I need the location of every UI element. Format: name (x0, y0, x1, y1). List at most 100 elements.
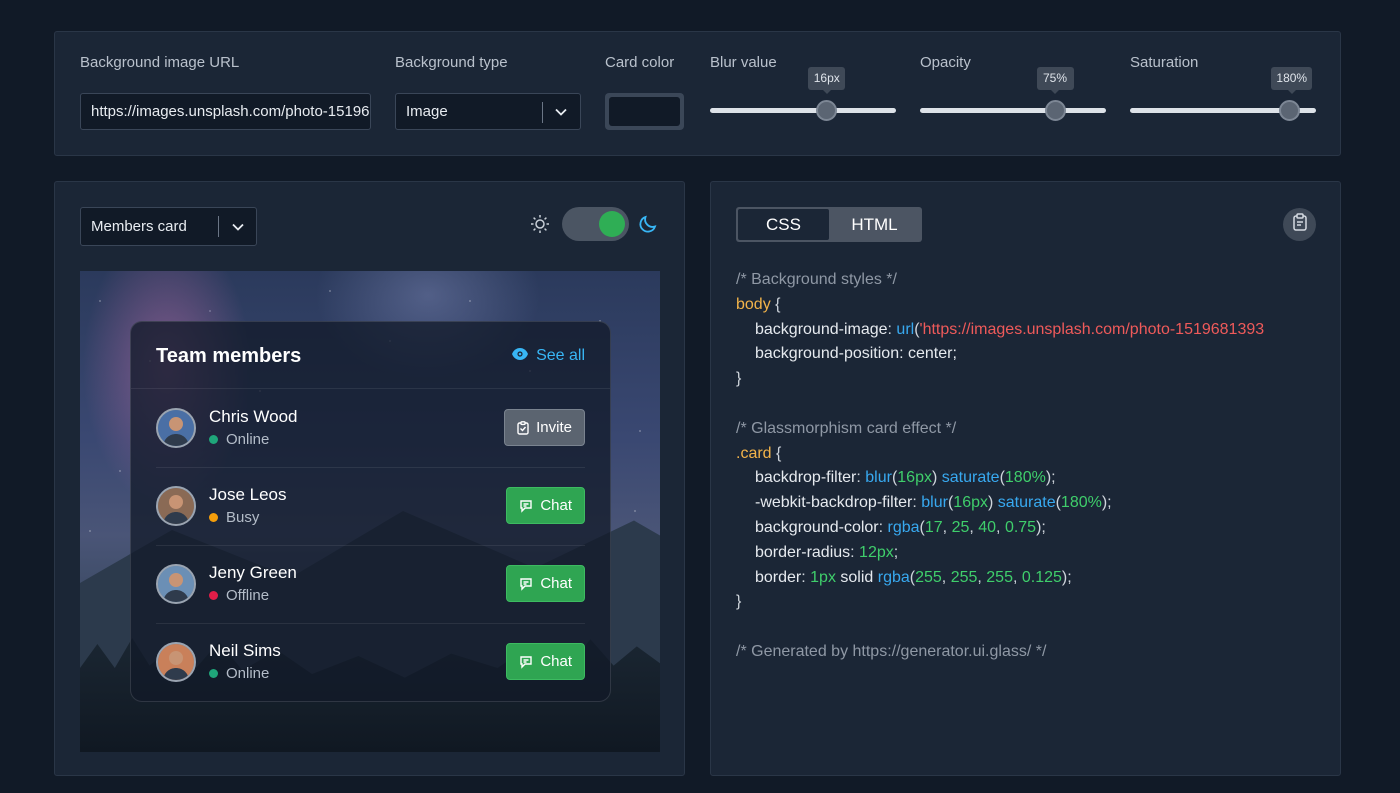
card-type-select[interactable]: Members card (80, 207, 257, 246)
code-line: background-position: center; (736, 342, 1316, 367)
code-token: 40 (978, 518, 997, 536)
tab-html[interactable]: HTML (829, 209, 920, 240)
code-token: 180% (1060, 494, 1102, 512)
chevron-down-icon (231, 208, 245, 245)
code-token: ( (914, 320, 920, 338)
copy-code-button[interactable] (1283, 208, 1316, 241)
code-line: -webkit-backdrop-filter: blur(16px) satu… (736, 491, 1316, 516)
member-status: Busy (209, 509, 259, 526)
chat-bubble-icon (519, 577, 533, 591)
member-status: Online (209, 665, 269, 682)
code-token: background-image (755, 320, 888, 338)
code-token: , (1012, 568, 1022, 586)
row-divider (156, 623, 585, 624)
code-tabs: CSS HTML (736, 207, 922, 242)
code-line: .card { (736, 442, 1316, 467)
code-token: 1px (810, 568, 836, 586)
code-token: 255 (915, 568, 942, 586)
background-url-input[interactable]: https://images.unsplash.com/photo-151968… (80, 93, 371, 130)
avatar (156, 486, 196, 526)
row-divider (156, 545, 585, 546)
code-token: background-position (755, 345, 900, 363)
action-label: Invite (536, 419, 572, 436)
code-token: ; (893, 543, 899, 561)
avatar (156, 642, 196, 682)
code-panel: CSS HTML /* Background styles */body {ba… (710, 181, 1341, 776)
code-token: : center; (899, 345, 957, 363)
code-token: ); (1101, 494, 1112, 512)
code-line: border-radius: 12px; (736, 541, 1316, 566)
member-status: Offline (209, 587, 269, 604)
blur-value-tooltip: 16px (808, 67, 846, 94)
code-line: backdrop-filter: blur(16px) saturate(180… (736, 466, 1316, 491)
member-row: Neil Sims Online Chat (156, 623, 585, 701)
eye-icon (512, 347, 529, 365)
code-token: /* Generated by https://generator.ui.gla… (736, 642, 1047, 660)
code-token: 17 (924, 518, 943, 536)
blur-slider[interactable]: 16px (710, 67, 896, 126)
action-label: Chat (540, 497, 572, 514)
card-title: Team members (156, 345, 302, 367)
code-token: ) (931, 469, 942, 487)
code-line: body { (736, 293, 1316, 318)
code-line: background-color: rgba(17, 25, 40, 0.75)… (736, 516, 1316, 541)
opacity-slider[interactable]: 75% (920, 67, 1106, 126)
code-token: /* Background styles */ (736, 271, 897, 288)
member-status: Online (209, 431, 269, 448)
code-token: } (736, 370, 742, 388)
chat-button[interactable]: Chat (506, 643, 585, 680)
code-token: : (850, 543, 860, 561)
code-token: 255 (950, 568, 978, 586)
code-token: : (912, 494, 922, 512)
code-token: saturate (997, 494, 1056, 512)
moon-icon (637, 213, 659, 235)
theme-toggle[interactable] (562, 207, 629, 241)
see-all-link[interactable]: See all (512, 347, 585, 365)
status-text: Offline (226, 587, 270, 604)
code-token: ); (1045, 469, 1056, 487)
code-token: ) (988, 494, 998, 512)
member-name: Jose Leos (209, 485, 287, 504)
chat-button[interactable]: Chat (506, 565, 585, 602)
code-line: background-image: url('https://images.un… (736, 318, 1316, 343)
tab-css[interactable]: CSS (738, 209, 829, 240)
code-token: { (771, 444, 782, 462)
code-token: 0.75 (1004, 518, 1037, 536)
toggle-knob (599, 211, 625, 237)
member-row: Jeny Green Offline Chat (156, 545, 585, 623)
chat-button[interactable]: Chat (506, 487, 585, 524)
background-type-value: Image (406, 103, 448, 120)
opacity-value-tooltip: 75% (1036, 67, 1074, 94)
code-line: } (736, 590, 1316, 615)
code-token: : (878, 518, 888, 536)
code-line: /* Glassmorphism card effect */ (736, 417, 1316, 442)
blur-label: Blur value (710, 54, 777, 71)
url-label: Background image URL (80, 54, 240, 71)
slider-thumb[interactable] (816, 100, 838, 121)
code-token: : (856, 469, 866, 487)
card-color-picker[interactable] (605, 93, 684, 130)
slider-thumb[interactable] (1044, 100, 1066, 121)
status-dot (209, 513, 218, 522)
chat-bubble-icon (519, 499, 533, 513)
code-token: , (941, 568, 951, 586)
code-token: border (755, 568, 802, 586)
invite-button[interactable]: Invite (504, 409, 585, 446)
code-token: : (801, 568, 811, 586)
code-line: } (736, 367, 1316, 392)
clipboard-icon (1292, 213, 1308, 236)
member-row: Jose Leos Busy Chat (156, 467, 585, 545)
member-row: Chris Wood Online Invite (156, 389, 585, 467)
controls-panel: Background image URL https://images.unsp… (54, 31, 1341, 156)
saturation-slider[interactable]: 180% (1130, 67, 1316, 126)
code-token: , (942, 518, 952, 536)
code-token: 180% (1004, 469, 1046, 487)
code-token: ); (1061, 568, 1072, 586)
clipboard-icon (517, 420, 529, 435)
code-token: /* Glassmorphism card effect */ (736, 419, 957, 437)
saturation-value-tooltip: 180% (1271, 67, 1313, 94)
background-type-select[interactable]: Image (395, 93, 581, 130)
slider-thumb[interactable] (1279, 100, 1301, 121)
code-token: 16px (897, 469, 932, 487)
